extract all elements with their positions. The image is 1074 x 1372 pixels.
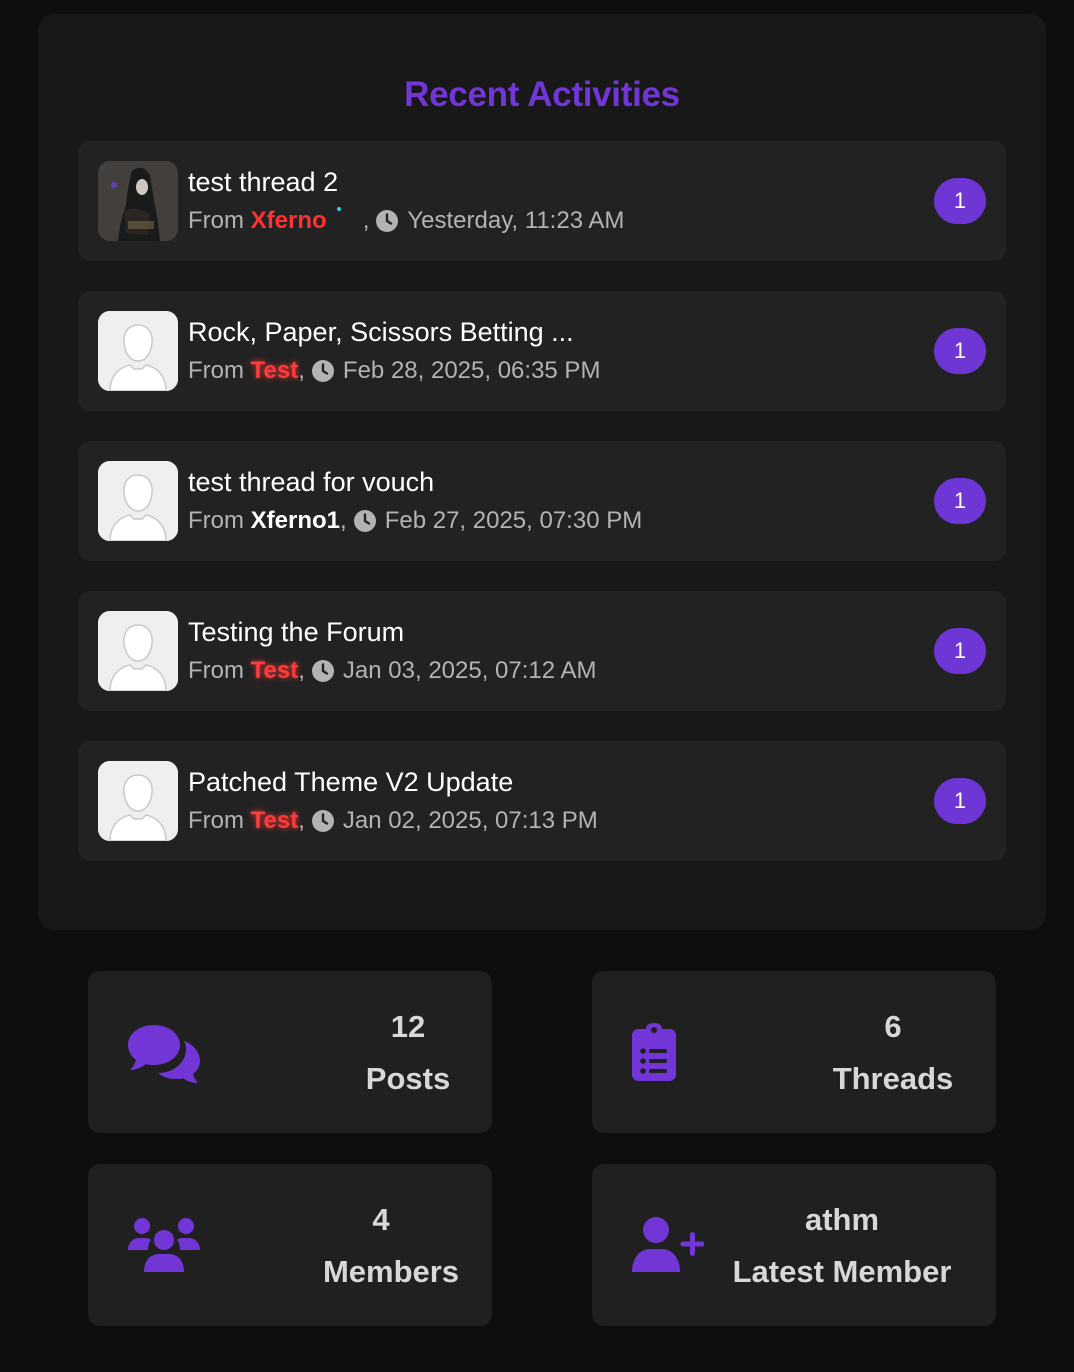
stat-label: Posts	[365, 1061, 451, 1096]
thread-meta: From Test, Jan 02, 2025, 07:13 PM	[188, 807, 598, 835]
reply-count-badge: 1	[934, 778, 986, 824]
stat-card-posts: 12 Posts	[88, 971, 492, 1133]
reply-count-badge: 1	[934, 328, 986, 374]
username-link[interactable]: Test	[251, 657, 299, 685]
from-label: From	[188, 207, 244, 234]
stat-value: 12	[390, 1009, 426, 1044]
thread-meta: From Xferno1, Feb 27, 2025, 07:30 PM	[188, 507, 643, 535]
stat-label: Latest Member	[732, 1254, 952, 1289]
thread-title[interactable]: test thread 2	[188, 167, 338, 198]
users-icon	[128, 1218, 200, 1272]
post-time: Jan 02, 2025, 07:13 PM	[342, 807, 598, 834]
user-plus-icon	[632, 1217, 704, 1272]
stat-label: Threads	[832, 1061, 954, 1096]
clock-icon	[353, 510, 376, 532]
clock-icon	[311, 810, 334, 832]
panel-title: Recent Activities	[404, 75, 680, 114]
post-time: Jan 03, 2025, 07:12 AM	[342, 657, 597, 684]
recent-activities-panel: Recent Activities test thread 2 From Xfe…	[38, 14, 1046, 930]
default-avatar-icon	[98, 311, 178, 391]
avatar[interactable]	[98, 461, 178, 541]
thread-meta: From Test, Feb 28, 2025, 06:35 PM	[188, 357, 601, 385]
username-link[interactable]: Xferno1	[251, 507, 340, 535]
avatar[interactable]	[98, 311, 178, 391]
default-avatar-icon	[98, 761, 178, 841]
thread-meta: From Xferno, Yesterday, 11:23 AM	[188, 207, 625, 235]
post-time: Feb 28, 2025, 06:35 PM	[342, 357, 601, 384]
from-label: From	[188, 357, 244, 384]
avatar[interactable]	[98, 611, 178, 691]
activity-item[interactable]: Rock, Paper, Scissors Betting ... From T…	[78, 291, 1006, 411]
reply-count-badge: 1	[934, 628, 986, 674]
clipboard-list-icon	[632, 1023, 676, 1081]
thread-title[interactable]: test thread for vouch	[188, 467, 434, 498]
thread-title[interactable]: Testing the Forum	[188, 617, 404, 648]
avatar[interactable]	[98, 761, 178, 841]
reply-count-badge: 1	[934, 178, 986, 224]
username-link[interactable]: Test	[251, 807, 299, 835]
username-link[interactable]: Test	[251, 357, 299, 385]
from-label: From	[188, 807, 244, 834]
comments-icon	[128, 1025, 200, 1083]
default-avatar-icon	[98, 611, 178, 691]
from-label: From	[188, 657, 244, 684]
activity-item[interactable]: Patched Theme V2 Update From Test, Jan 0…	[78, 741, 1006, 861]
clock-icon	[311, 660, 334, 682]
from-label: From	[188, 507, 244, 534]
stat-card-latest-member: athm Latest Member	[592, 1164, 996, 1326]
thread-meta: From Test, Jan 03, 2025, 07:12 AM	[188, 657, 597, 685]
username-link[interactable]: Xferno	[251, 207, 327, 235]
clock-icon	[376, 210, 399, 232]
avatar[interactable]	[98, 161, 178, 241]
stat-card-threads: 6 Threads	[592, 971, 996, 1133]
reply-count-badge: 1	[934, 478, 986, 524]
activity-item[interactable]: Testing the Forum From Test, Jan 03, 202…	[78, 591, 1006, 711]
latest-member-name[interactable]: athm	[742, 1202, 942, 1238]
thread-title[interactable]: Patched Theme V2 Update	[188, 767, 513, 798]
post-time: Yesterday, 11:23 AM	[407, 207, 625, 234]
default-avatar-icon	[98, 461, 178, 541]
thread-title[interactable]: Rock, Paper, Scissors Betting ...	[188, 317, 574, 348]
stat-label: Members	[322, 1254, 460, 1289]
activity-item[interactable]: test thread for vouch From Xferno1, Feb …	[78, 441, 1006, 561]
stat-value: 4	[372, 1202, 390, 1237]
clock-icon	[311, 360, 334, 382]
post-time: Feb 27, 2025, 07:30 PM	[384, 507, 643, 534]
stat-value: 6	[884, 1009, 902, 1044]
online-indicator	[336, 207, 341, 211]
activity-item[interactable]: test thread 2 From Xferno, Yesterday, 11…	[78, 141, 1006, 261]
stat-card-members: 4 Members	[88, 1164, 492, 1326]
